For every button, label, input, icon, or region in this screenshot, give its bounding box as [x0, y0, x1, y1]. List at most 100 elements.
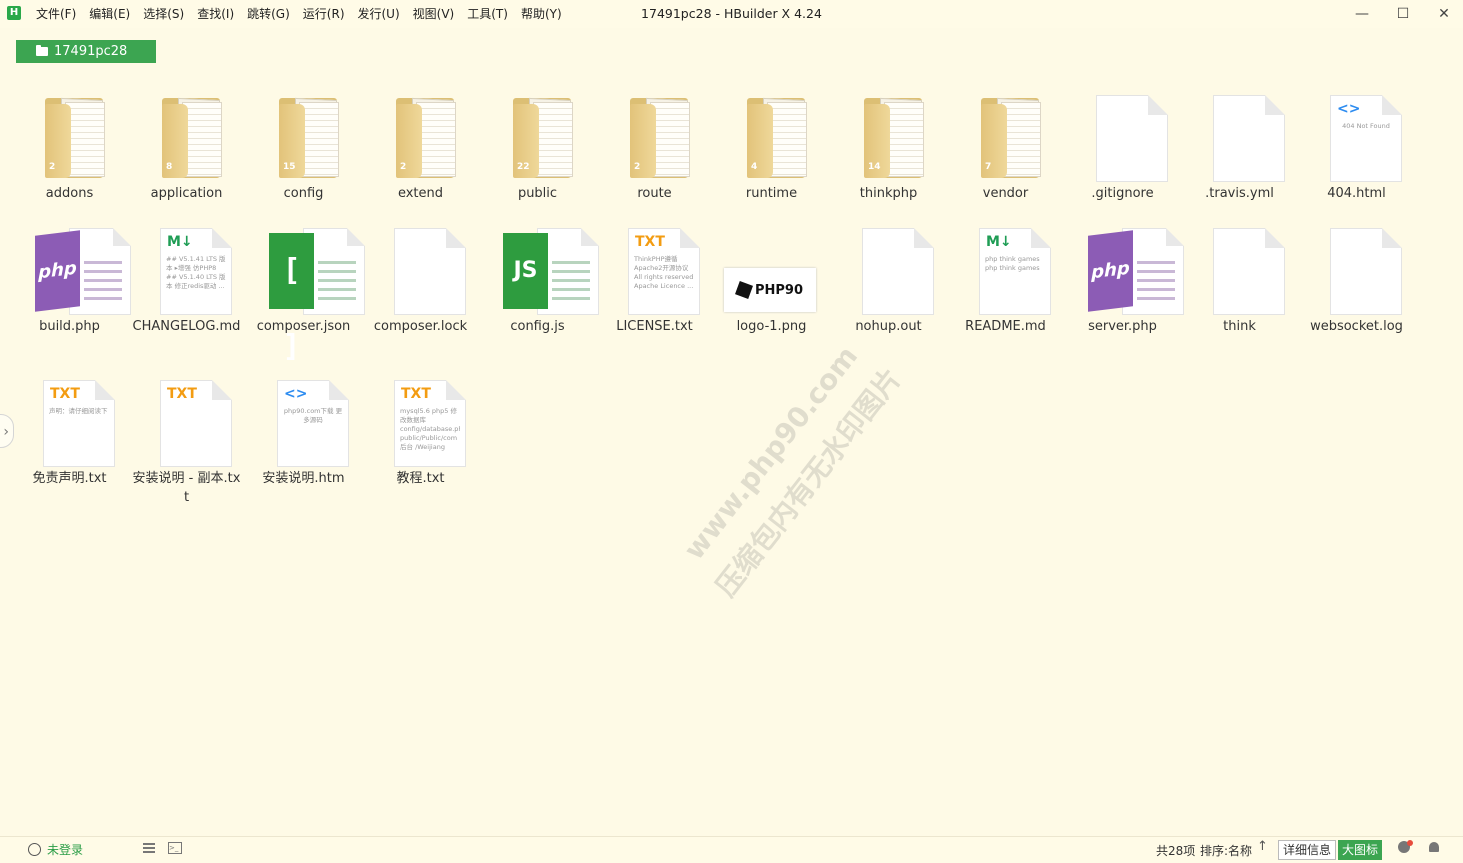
- file-icon-box: TXT: [128, 373, 245, 469]
- file-icon-box: 15: [245, 88, 362, 184]
- bell-icon[interactable]: [1429, 842, 1439, 852]
- file-item[interactable]: <> php90.com下载 更多源码 安装说明.htm: [245, 373, 362, 503]
- file-name-label: server.php: [1088, 319, 1157, 334]
- minimize-button[interactable]: —: [1342, 0, 1382, 28]
- markdown-file-icon: M↓ ## V5.1.41 LTS 版本 ▸增强 仿PHP8 ## V5.1.40…: [160, 228, 232, 315]
- menu-find[interactable]: 查找(I): [197, 0, 234, 28]
- breadcrumb-label: 17491pc28: [54, 44, 128, 59]
- file-name-label: route: [637, 186, 672, 201]
- file-name-label: 教程.txt: [396, 471, 445, 486]
- txt-tag-icon: TXT: [635, 234, 665, 250]
- file-item[interactable]: 7 vendor: [947, 88, 1064, 218]
- file-icon-box: php: [11, 221, 131, 317]
- image-thumbnail: PHP90: [724, 268, 816, 312]
- blank-file-icon: [394, 228, 466, 315]
- file-item[interactable]: .gitignore: [1064, 88, 1181, 218]
- file-name-label: vendor: [982, 186, 1029, 201]
- file-icon-box: <> 404 Not Found: [1298, 88, 1415, 184]
- file-item[interactable]: websocket.log: [1298, 221, 1415, 351]
- file-name-label: 404.html: [1327, 186, 1386, 201]
- folder-icon: 4: [747, 96, 807, 178]
- file-item[interactable]: TXT 安装说明 - 副本.txt: [128, 373, 245, 505]
- menu-goto[interactable]: 跳转(G): [247, 0, 290, 28]
- php-badge-icon: php: [35, 230, 80, 312]
- folder-icon: 8: [162, 96, 222, 178]
- file-item[interactable]: php build.php: [11, 221, 131, 351]
- file-icon-box: 2: [362, 88, 479, 184]
- file-name-label: runtime: [745, 186, 798, 201]
- maximize-button[interactable]: ☐: [1383, 0, 1423, 28]
- folder-item-count: 2: [400, 162, 407, 172]
- file-item[interactable]: M↓ ## V5.1.41 LTS 版本 ▸增强 仿PHP8 ## V5.1.40…: [128, 221, 245, 351]
- menu-view[interactable]: 视图(V): [413, 0, 455, 28]
- blank-file-icon: [1213, 95, 1285, 182]
- json-badge-icon: [ ]: [269, 233, 314, 364]
- file-item[interactable]: TXT mysql5.6 php5 修改数据库 config/database.p…: [362, 373, 479, 503]
- folder-item-count: 2: [634, 162, 641, 172]
- file-item[interactable]: [ ] composer.json: [245, 221, 365, 364]
- file-name-label: 免责声明.txt: [32, 471, 107, 486]
- sort-selector[interactable]: 排序:名称: [1200, 842, 1252, 859]
- large-icons-view-button[interactable]: 大图标: [1338, 840, 1383, 860]
- close-button[interactable]: ✕: [1424, 0, 1463, 28]
- blank-file-icon: [1096, 95, 1168, 182]
- code-tag-icon: <>: [284, 386, 308, 402]
- file-preview: ThinkPHP遵循Apache2开源协议 All rights reserve…: [634, 255, 694, 290]
- menu-file[interactable]: 文件(F): [36, 0, 76, 28]
- folder-icon: 2: [630, 96, 690, 178]
- file-item[interactable]: 15 config: [245, 88, 362, 218]
- login-status[interactable]: 未登录: [28, 841, 83, 858]
- file-name-label: logo-1.png: [736, 319, 807, 334]
- file-item[interactable]: PHP90 logo-1.png: [713, 221, 830, 351]
- file-item[interactable]: 22 public: [479, 88, 596, 218]
- file-icon-box: [362, 221, 479, 317]
- file-item[interactable]: think: [1181, 221, 1298, 351]
- menu-run[interactable]: 运行(R): [303, 0, 345, 28]
- terminal-icon[interactable]: >_: [168, 842, 182, 854]
- menu-tools[interactable]: 工具(T): [467, 0, 508, 28]
- file-item[interactable]: 2 addons: [11, 88, 128, 218]
- file-preview: 404 Not Found: [1342, 122, 1390, 130]
- folder-item-count: 8: [166, 162, 173, 172]
- file-item[interactable]: 2 route: [596, 88, 713, 218]
- folder-item-count: 14: [868, 162, 881, 172]
- menu-select[interactable]: 选择(S): [143, 0, 184, 28]
- file-icon-box: JS: [479, 221, 599, 317]
- file-item[interactable]: 14 thinkphp: [830, 88, 947, 218]
- file-name-label: config.js: [510, 319, 565, 334]
- notification-dot: [1407, 840, 1413, 846]
- file-icon-box: 2: [596, 88, 713, 184]
- details-view-button[interactable]: 详细信息: [1278, 840, 1337, 860]
- file-item[interactable]: 2 extend: [362, 88, 479, 218]
- file-item[interactable]: nohup.out: [830, 221, 947, 351]
- breadcrumb[interactable]: 17491pc28: [16, 40, 156, 63]
- file-name-label: build.php: [39, 319, 100, 334]
- markdown-file-icon: M↓ php think games php think games: [979, 228, 1051, 315]
- file-item[interactable]: M↓ php think games php think games README.…: [947, 221, 1064, 351]
- file-item[interactable]: .travis.yml: [1181, 88, 1298, 218]
- sort-direction-icon[interactable]: ↑: [1257, 839, 1268, 854]
- file-item[interactable]: TXT ThinkPHP遵循Apache2开源协议 All rights rese…: [596, 221, 713, 351]
- menu-help[interactable]: 帮助(Y): [521, 0, 562, 28]
- file-item[interactable]: composer.lock: [362, 221, 479, 351]
- file-icon-box: TXT mysql5.6 php5 修改数据库 config/database.p…: [362, 373, 479, 469]
- file-icon-box: TXT ThinkPHP遵循Apache2开源协议 All rights rese…: [596, 221, 713, 317]
- menu-edit[interactable]: 编辑(E): [89, 0, 130, 28]
- user-icon: [28, 843, 41, 856]
- file-icon-box: [1064, 88, 1181, 184]
- file-name-label: 安装说明 - 副本.txt: [132, 471, 241, 505]
- file-icon-box: 22: [479, 88, 596, 184]
- file-icon-box: TXT 声明：请仔细阅读下: [11, 373, 128, 469]
- file-item[interactable]: <> 404 Not Found 404.html: [1298, 88, 1415, 218]
- file-item[interactable]: 4 runtime: [713, 88, 830, 218]
- file-item[interactable]: 8 application: [128, 88, 245, 218]
- list-view-icon[interactable]: [143, 843, 155, 853]
- menu-publish[interactable]: 发行(U): [358, 0, 400, 28]
- file-icon-box: [ ]: [245, 221, 365, 364]
- file-item[interactable]: php server.php: [1064, 221, 1184, 351]
- php-badge-icon: php: [1088, 230, 1133, 312]
- file-icon-box: [1181, 221, 1298, 317]
- file-item[interactable]: JS config.js: [479, 221, 599, 351]
- file-icon-box: 7: [947, 88, 1064, 184]
- file-item[interactable]: TXT 声明：请仔细阅读下免责声明.txt: [11, 373, 128, 503]
